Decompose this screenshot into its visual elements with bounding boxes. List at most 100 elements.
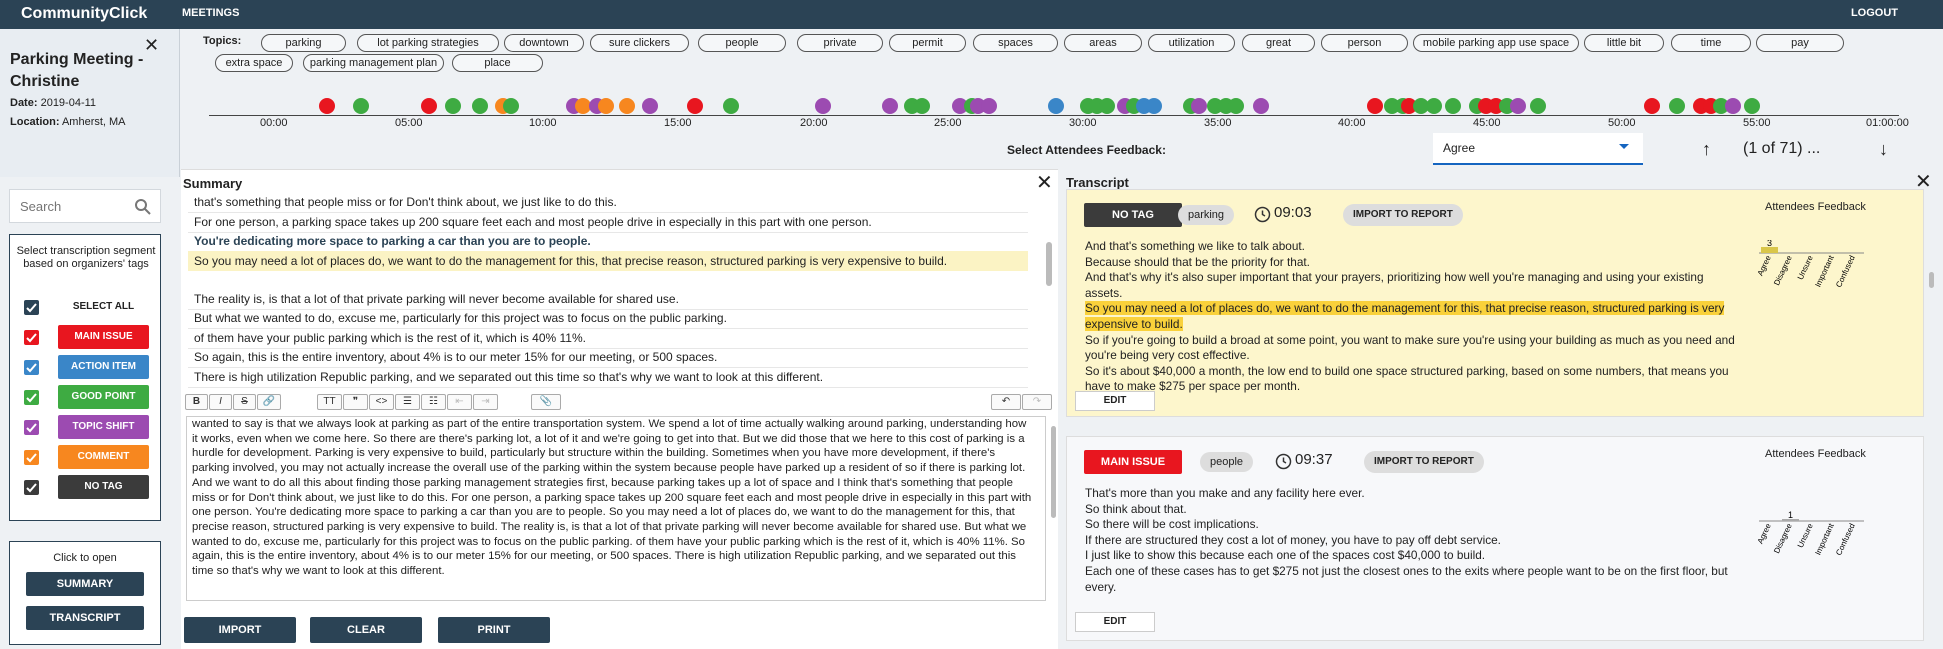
timeline-marker[interactable] — [1530, 98, 1546, 114]
topic-pill[interactable]: little bit — [1584, 34, 1664, 52]
transcript-line[interactable]: So you may need a lot of places do, we w… — [1085, 301, 1725, 331]
arrow-up-icon[interactable]: ↑ — [1702, 139, 1711, 160]
timeline-marker[interactable] — [1146, 98, 1162, 114]
redo-icon[interactable]: ↷ — [1022, 394, 1052, 410]
code-icon[interactable]: <> — [369, 394, 394, 410]
timeline-marker[interactable] — [421, 98, 437, 114]
topic-pill[interactable]: place — [452, 54, 543, 72]
tag-button-topic-shift[interactable]: TOPIC SHIFT — [58, 415, 149, 439]
timeline-marker[interactable] — [1445, 98, 1461, 114]
checkbox[interactable] — [24, 390, 39, 405]
checkbox[interactable] — [24, 450, 39, 465]
topic-pill[interactable]: parking — [261, 34, 346, 52]
editor-scrollbar[interactable] — [1051, 426, 1056, 518]
indent-icon[interactable]: ⇥ — [473, 394, 498, 410]
timeline-marker[interactable] — [914, 98, 930, 114]
tag-badge[interactable]: NO TAG — [1084, 203, 1182, 227]
timeline-marker[interactable] — [1191, 98, 1207, 114]
attachment-icon[interactable]: 📎 — [531, 394, 561, 410]
select-all-row[interactable]: SELECT ALL — [10, 295, 162, 321]
search-input[interactable] — [20, 199, 130, 214]
timeline-marker[interactable] — [1048, 98, 1064, 114]
transcript-line[interactable]: And that's something we like to talk abo… — [1085, 239, 1305, 253]
tag-button-good-point[interactable]: GOOD POINT — [58, 385, 149, 409]
checkbox[interactable] — [24, 330, 39, 345]
brand-logo[interactable]: CommunityClick — [21, 5, 147, 23]
timeline-marker[interactable] — [445, 98, 461, 114]
import-button[interactable]: IMPORT — [184, 617, 296, 643]
summary-row[interactable]: You're dedicating more space to parking … — [188, 231, 1028, 251]
tag-row-comment[interactable]: COMMENT — [10, 445, 162, 471]
tag-button-comment[interactable]: COMMENT — [58, 445, 149, 469]
transcript-line[interactable]: And that's why it's also super important… — [1085, 270, 1704, 300]
summary-row[interactable]: So you may need a lot of places do, we w… — [188, 251, 1028, 271]
timeline-marker[interactable] — [815, 98, 831, 114]
undo-icon[interactable]: ↶ — [991, 394, 1021, 410]
topic-pill[interactable]: areas — [1064, 34, 1142, 52]
summary-row[interactable]: The reality is, is that a lot of that pr… — [188, 289, 1028, 310]
summary-row[interactable]: So again, this is the entire inventory, … — [188, 347, 1028, 368]
italic-icon[interactable]: I — [209, 394, 232, 410]
tag-row-topic-shift[interactable]: TOPIC SHIFT — [10, 415, 162, 441]
import-to-report-button[interactable]: IMPORT TO REPORT — [1343, 204, 1463, 226]
tag-button-no-tag[interactable]: NO TAG — [58, 475, 149, 499]
transcript-line[interactable]: So there will be cost implications. — [1085, 517, 1259, 531]
topic-pill[interactable]: person — [1321, 34, 1408, 52]
topic-pill[interactable]: spaces — [973, 34, 1058, 52]
summary-row[interactable]: For one person, a parking space takes up… — [188, 212, 1028, 233]
strikethrough-icon[interactable]: S — [233, 394, 256, 410]
checkbox[interactable] — [24, 480, 39, 495]
timeline-marker[interactable] — [687, 98, 703, 114]
timeline[interactable]: 00:00 05:00 10:00 15:00 20:00 25:00 30:00 35:00… — [181, 95, 1943, 135]
tag-badge[interactable]: MAIN ISSUE — [1084, 450, 1182, 474]
tag-row-action-item[interactable]: ACTION ITEM — [10, 355, 162, 381]
timeline-marker[interactable] — [1228, 98, 1244, 114]
checkbox[interactable] — [24, 300, 39, 315]
nav-meetings-link[interactable]: MEETINGS — [182, 7, 239, 19]
topic-pill[interactable]: permit — [889, 34, 966, 52]
transcript-scrollbar[interactable] — [1929, 272, 1934, 288]
checkbox[interactable] — [24, 360, 39, 375]
topic-pill[interactable]: utilization — [1148, 34, 1235, 52]
tag-row-main-issue[interactable]: MAIN ISSUE — [10, 325, 162, 351]
tag-button-main-issue[interactable]: MAIN ISSUE — [58, 325, 149, 349]
topic-pill[interactable]: time — [1671, 34, 1751, 52]
tag-button-action-item[interactable]: ACTION ITEM — [58, 355, 149, 379]
search-box[interactable] — [9, 189, 161, 223]
timeline-marker[interactable] — [1510, 98, 1526, 114]
topic-pill[interactable]: private — [797, 34, 883, 52]
timeline-marker[interactable] — [619, 98, 635, 114]
print-button[interactable]: PRINT — [438, 617, 550, 643]
summary-row[interactable]: of them have your public parking which i… — [188, 328, 1028, 349]
timeline-marker[interactable] — [598, 98, 614, 114]
timeline-marker[interactable] — [472, 98, 488, 114]
timeline-marker[interactable] — [1669, 98, 1685, 114]
topic-pill[interactable]: downtown — [504, 34, 584, 52]
summary-row[interactable]: that's something that people miss or for… — [188, 192, 1028, 213]
topic-pill[interactable]: parking management plan — [303, 54, 444, 72]
topic-pill[interactable]: people — [698, 34, 786, 52]
summary-row[interactable]: There is high utilization Republic parki… — [188, 367, 1028, 388]
import-to-report-button[interactable]: IMPORT TO REPORT — [1364, 451, 1484, 473]
transcript-line[interactable]: So think about that. — [1085, 502, 1187, 516]
timeline-marker[interactable] — [1644, 98, 1660, 114]
timeline-marker[interactable] — [1426, 98, 1442, 114]
timeline-marker[interactable] — [1725, 98, 1741, 114]
summary-row[interactable]: But what we wanted to do, excuse me, par… — [188, 308, 1028, 329]
timeline-marker[interactable] — [882, 98, 898, 114]
attendees-feedback-select[interactable]: Agree — [1433, 133, 1643, 165]
summary-editor[interactable]: wanted to say is that we always look at … — [186, 416, 1046, 601]
timeline-marker[interactable] — [1099, 98, 1115, 114]
quote-icon[interactable]: ❞ — [343, 394, 368, 410]
topic-pill[interactable]: mobile parking app use space — [1413, 34, 1579, 52]
outdent-icon[interactable]: ⇤ — [447, 394, 472, 410]
topic-pill[interactable]: extra space — [215, 54, 293, 72]
timeline-marker[interactable] — [353, 98, 369, 114]
logout-link[interactable]: LOGOUT — [1851, 7, 1898, 19]
open-transcript-button[interactable]: TRANSCRIPT — [26, 606, 144, 630]
tag-row-good-point[interactable]: GOOD POINT — [10, 385, 162, 411]
numbered-list-icon[interactable]: ☷ — [421, 394, 446, 410]
timeline-marker[interactable] — [723, 98, 739, 114]
transcript-line[interactable]: So it's about $40,000 a month, the low e… — [1085, 364, 1729, 394]
topic-pill[interactable]: pay — [1756, 34, 1844, 52]
